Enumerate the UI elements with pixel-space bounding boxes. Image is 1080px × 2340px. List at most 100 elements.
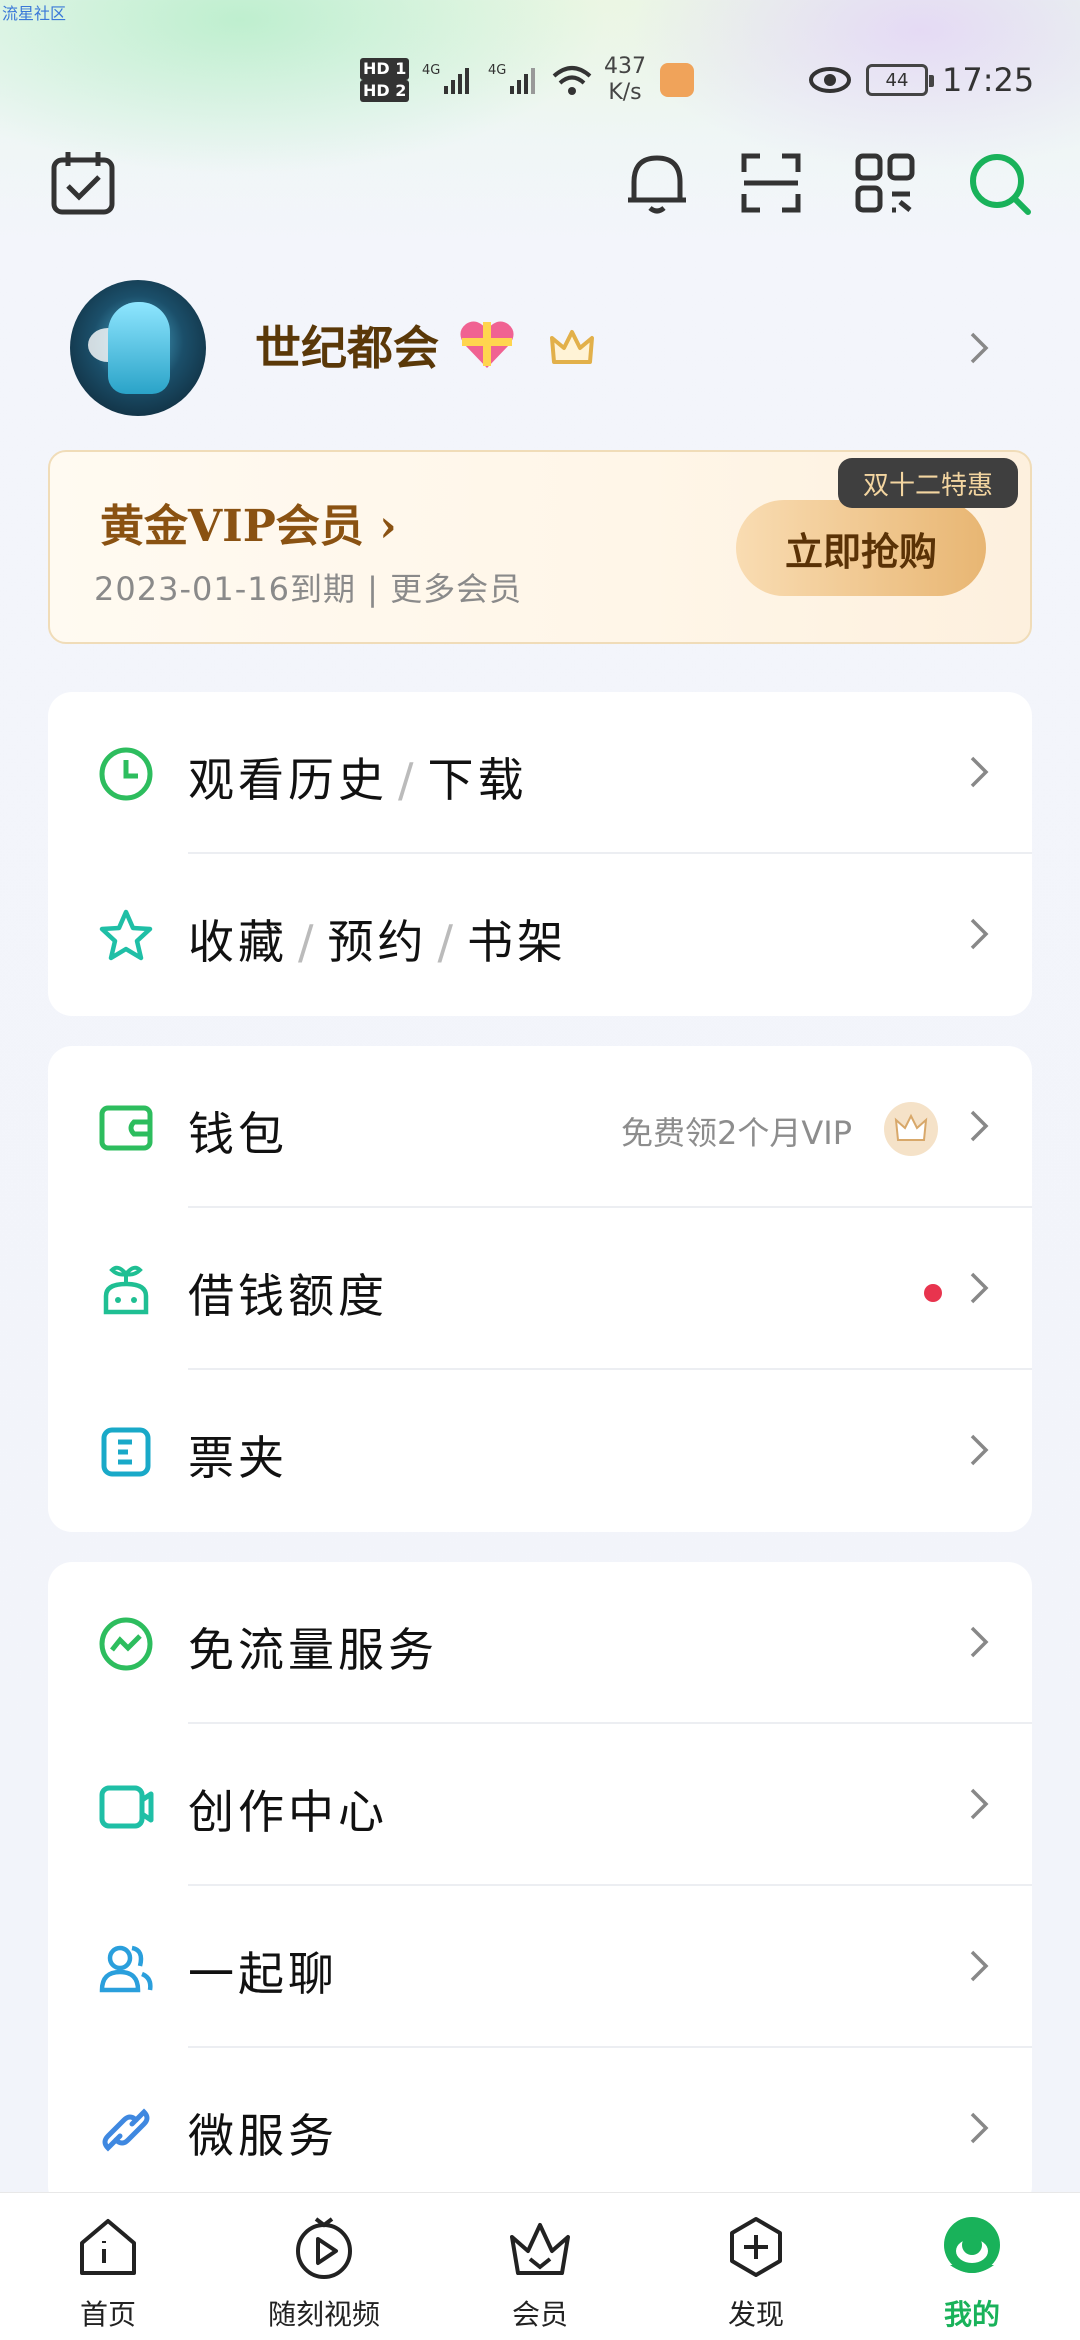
vip-badge-icon xyxy=(884,1102,938,1156)
wallet-icon xyxy=(98,1100,154,1156)
chevron-right-icon xyxy=(968,2110,990,2146)
bookshelf-label[interactable]: 书架 xyxy=(467,915,567,969)
list-item-ticket-folder[interactable]: 票夹 xyxy=(48,1370,1032,1532)
notification-dot xyxy=(924,1284,942,1302)
separator: / xyxy=(298,915,318,969)
signal-icon-1: 4G xyxy=(422,50,482,110)
list-item-chat-together[interactable]: 一起聊 xyxy=(48,1886,1032,2048)
username[interactable]: 世纪都会 xyxy=(255,312,439,378)
favorite-label[interactable]: 收藏 xyxy=(188,915,288,969)
chevron-right-icon xyxy=(968,754,990,790)
vip-expiry-text: 2023-01-16到期 | 更多会员 xyxy=(94,570,523,608)
sim-indicators: HD 1 HD 2 xyxy=(360,50,411,110)
battery-indicator: 44 xyxy=(866,50,934,110)
tab-me-label: 我的 xyxy=(943,2298,1000,2331)
net2-label: 4G xyxy=(488,63,506,78)
watermark-text: 流星社区 xyxy=(2,4,67,23)
favorites-label[interactable]: 收藏 / 预约 / 书架 xyxy=(188,906,567,972)
sprout-icon xyxy=(98,1262,154,1318)
creator-center-label[interactable]: 创作中心 xyxy=(188,1776,388,1842)
bell-icon[interactable] xyxy=(622,148,692,218)
wallet-promo-text[interactable]: 免费领2个月VIP xyxy=(621,1108,852,1154)
download-label[interactable]: 下载 xyxy=(428,753,528,807)
list-item-loan-limit[interactable]: 借钱额度 xyxy=(48,1208,1032,1370)
vip-crown-icon xyxy=(508,2215,572,2279)
profile-chevron-right-icon[interactable] xyxy=(968,330,990,366)
list-item-creator-center[interactable]: 创作中心 xyxy=(48,1724,1032,1886)
tab-vip[interactable]: 会员 xyxy=(432,2193,648,2340)
promo-tag: 双十二特惠 xyxy=(838,458,1018,508)
tab-home-label: 首页 xyxy=(79,2298,136,2331)
clock: 17:25 xyxy=(942,50,1034,110)
clock-icon xyxy=(98,746,154,802)
loan-limit-label[interactable]: 借钱额度 xyxy=(188,1260,388,1326)
play-circle-icon xyxy=(292,2215,356,2279)
tab-vip-label: 会员 xyxy=(511,2298,568,2331)
video-camera-icon xyxy=(98,1778,154,1834)
link-icon xyxy=(98,2102,154,2158)
network-speed: 437 K/s xyxy=(604,50,646,110)
buy-now-button[interactable]: 立即抢购 xyxy=(736,500,986,596)
plus-hexagon-icon xyxy=(724,2215,788,2279)
traffic-icon xyxy=(98,1616,154,1672)
sim1-label: HD 1 xyxy=(360,58,410,80)
list-item-wallet[interactable]: 钱包 免费领2个月VIP xyxy=(48,1046,1032,1208)
chevron-right-icon xyxy=(968,1624,990,1660)
message-notification-icon xyxy=(660,50,694,110)
chevron-right-icon xyxy=(968,1786,990,1822)
wallet-label[interactable]: 钱包 xyxy=(188,1098,288,1164)
vip-membership-card[interactable]: 黄金VIP会员 › 2023-01-16到期 | 更多会员 立即抢购 双十二特惠 xyxy=(48,450,1032,644)
crown-level-icon xyxy=(548,326,596,370)
history-label[interactable]: 观看历史 xyxy=(188,753,388,807)
users-icon xyxy=(98,1940,154,1996)
calendar-check-icon[interactable] xyxy=(48,148,118,218)
home-icon xyxy=(76,2215,140,2279)
scan-icon[interactable] xyxy=(736,148,806,218)
tab-video[interactable]: 随刻视频 xyxy=(216,2193,432,2340)
status-bar: HD 1 HD 2 4G 4G 437 K/s 44 17:25 xyxy=(0,50,1080,110)
ticket-folder-label[interactable]: 票夹 xyxy=(188,1422,288,1488)
wifi-icon xyxy=(550,50,594,110)
vip-title[interactable]: 黄金VIP会员 › xyxy=(100,490,397,554)
chevron-right-icon xyxy=(968,1270,990,1306)
tab-home[interactable]: 首页 xyxy=(0,2193,216,2340)
list-item-favorites[interactable]: 收藏 / 预约 / 书架 xyxy=(48,854,1032,1016)
battery-level: 44 xyxy=(866,64,934,96)
list-item-micro-service[interactable]: 微服务 xyxy=(48,2048,1032,2210)
micro-service-label[interactable]: 微服务 xyxy=(188,2100,338,2166)
qr-code-icon[interactable] xyxy=(850,148,920,218)
bottom-navigation: 首页 随刻视频 会员 发现 我的 xyxy=(0,2192,1080,2340)
clock-time: 17:25 xyxy=(942,61,1035,99)
eye-comfort-icon xyxy=(808,50,852,110)
history-download-label[interactable]: 观看历史 / 下载 xyxy=(188,744,528,810)
net1-label: 4G xyxy=(422,63,440,78)
search-icon[interactable] xyxy=(964,148,1034,218)
chat-together-label[interactable]: 一起聊 xyxy=(188,1938,338,2004)
chevron-right-icon xyxy=(968,1432,990,1468)
ticket-icon xyxy=(98,1424,154,1480)
separator: / xyxy=(437,915,457,969)
tab-me[interactable]: 我的 xyxy=(864,2193,1080,2340)
star-icon xyxy=(98,908,154,964)
sim2-label: HD 2 xyxy=(360,80,410,102)
profile-face-icon xyxy=(940,2215,1004,2279)
tab-discover[interactable]: 发现 xyxy=(648,2193,864,2340)
menu-card-history: 观看历史 / 下载 收藏 / 预约 / 书架 xyxy=(48,692,1032,1016)
free-data-label[interactable]: 免流量服务 xyxy=(188,1614,438,1680)
network-speed-unit: K/s xyxy=(608,80,642,105)
menu-card-services: 免流量服务 创作中心 一起聊 微服务 xyxy=(48,1562,1032,2210)
top-background-glow xyxy=(0,0,1080,260)
network-speed-value: 437 xyxy=(604,54,646,79)
chevron-right-icon xyxy=(968,1948,990,1984)
tab-video-label: 随刻视频 xyxy=(267,2298,380,2331)
tab-discover-label: 发现 xyxy=(727,2298,784,2331)
signal-icon-2: 4G xyxy=(488,50,548,110)
avatar[interactable] xyxy=(70,280,206,416)
reservation-label[interactable]: 预约 xyxy=(328,915,428,969)
chevron-right-icon xyxy=(968,1108,990,1144)
menu-card-finance: 钱包 免费领2个月VIP 借钱额度 票夹 xyxy=(48,1046,1032,1532)
separator: / xyxy=(398,753,418,807)
heart-gift-icon xyxy=(458,318,516,370)
list-item-history-download[interactable]: 观看历史 / 下载 xyxy=(48,692,1032,854)
list-item-free-data[interactable]: 免流量服务 xyxy=(48,1562,1032,1724)
